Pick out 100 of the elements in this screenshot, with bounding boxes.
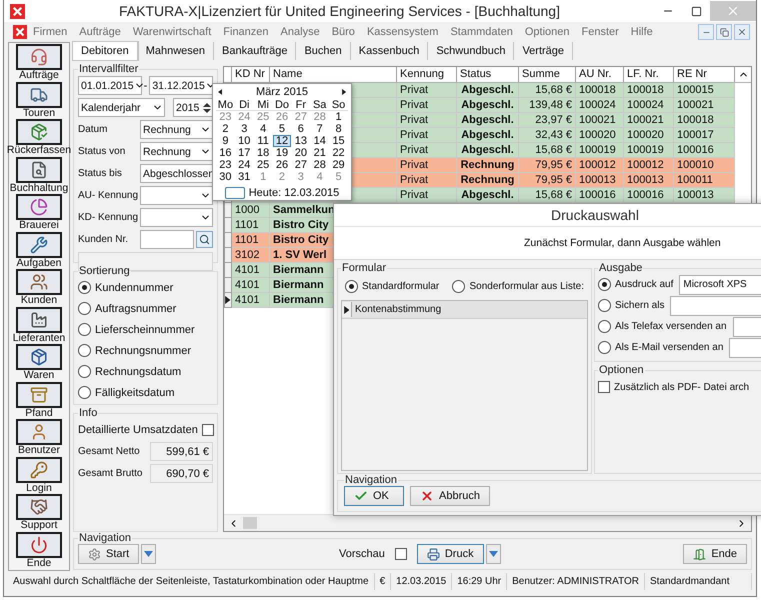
row-header[interactable]	[224, 293, 232, 308]
column-header[interactable]: Name	[270, 67, 397, 82]
calendar-day[interactable]: 24	[234, 159, 254, 171]
gear-icon	[88, 548, 101, 560]
radio-button[interactable]: Als Telefax versenden an	[598, 316, 727, 336]
tab[interactable]: Mahnwesen	[138, 42, 214, 60]
date-dropdown[interactable]: 01.01.2015	[78, 76, 142, 95]
sidebar-button[interactable]: Kunden	[9, 269, 69, 306]
calendar-day[interactable]: 17	[234, 147, 254, 159]
radio-button[interactable]: Fälligkeitsdatum	[78, 383, 213, 402]
checkbox[interactable]	[202, 424, 214, 436]
start-button[interactable]: Start	[78, 544, 140, 564]
calendar-day[interactable]: 28	[310, 159, 330, 171]
cancel-button[interactable]: Abbruch	[410, 486, 490, 506]
menu-item[interactable]: Büro	[326, 26, 361, 38]
calendar-day[interactable]: 29	[329, 159, 348, 171]
print-button[interactable]: Druck	[416, 544, 484, 564]
column-header[interactable]: LF. Nr.	[624, 67, 674, 82]
menu-item[interactable]: Finanzen	[217, 26, 275, 38]
menu-item[interactable]: Fenster	[576, 26, 625, 38]
radio-button[interactable]: Als E-Mail versenden an	[598, 338, 724, 358]
radio-button[interactable]: Auftragsnummer	[78, 299, 213, 318]
dropdown[interactable]: Abgeschlossen	[140, 164, 213, 183]
radio-button[interactable]: Lieferscheinnummer	[78, 320, 213, 339]
checkbox[interactable]: Zusätzlich als PDF- Datei arch	[598, 376, 761, 398]
dropdown-button[interactable]	[141, 544, 156, 564]
field-label: Datum	[78, 124, 108, 135]
radio-button[interactable]: Ausdruck auf	[598, 274, 674, 294]
menu-item[interactable]: Aufträge	[73, 26, 127, 38]
tab[interactable]: Bankaufträge	[214, 42, 296, 60]
ok-button[interactable]: OK	[344, 486, 404, 506]
radio-button[interactable]: Sonderformular aus Liste:	[452, 276, 584, 296]
column-header[interactable]: AU Nr.	[576, 67, 624, 82]
sidebar-button[interactable]: Ende	[9, 532, 69, 569]
sidebar-button[interactable]: Buchhaltung	[9, 156, 69, 194]
column-header[interactable]: Kennung	[397, 67, 457, 82]
pie-chart-icon	[16, 194, 62, 220]
search-button[interactable]	[196, 231, 213, 248]
column-header[interactable]: Summe	[519, 67, 576, 82]
restore-button[interactable]	[716, 24, 732, 40]
sidebar-button[interactable]: Touren	[9, 82, 69, 119]
sidebar-button[interactable]: Aufträge	[9, 44, 69, 81]
calendar-day[interactable]: 20	[291, 147, 310, 159]
tab[interactable]: Buchen	[296, 42, 351, 60]
menu-item[interactable]: Warenwirtschaft	[126, 26, 218, 38]
sidebar-button[interactable]: Support	[9, 494, 69, 532]
calendar-day[interactable]: 19	[272, 147, 292, 159]
tab[interactable]: Schwundbuch	[428, 42, 514, 60]
column-header[interactable]: Status	[457, 67, 519, 82]
dropdown[interactable]: Rechnung	[140, 120, 213, 139]
column-header[interactable]: KD Nr	[232, 67, 270, 82]
calendar-day[interactable]: 18	[254, 147, 273, 159]
input-field[interactable]: Microsoft XPS	[679, 274, 761, 294]
date-dropdown[interactable]: 31.12.2015	[149, 76, 214, 95]
sidebar-button[interactable]: Lieferanten	[9, 306, 69, 344]
calendar-day[interactable]: 27	[291, 159, 310, 171]
sidebar-button[interactable]: Benutzer	[9, 419, 69, 456]
radio-button[interactable]: Rechnungsnummer	[78, 341, 213, 360]
column-header[interactable]: RE Nr	[674, 67, 735, 82]
sidebar-button[interactable]: Pfand	[9, 382, 69, 419]
period-dropdown[interactable]: Kalenderjahr	[78, 98, 165, 117]
field-label: Detaillierte Umsatzdaten	[78, 424, 198, 436]
menu-item[interactable]: Firmen	[27, 26, 74, 38]
tab[interactable]: Debitoren	[73, 42, 138, 60]
dropdown-button[interactable]	[486, 544, 501, 564]
sidebar-button[interactable]: Login	[9, 456, 69, 494]
radio-button[interactable]: Sichern als	[598, 296, 664, 316]
sidebar-button[interactable]: Rückerfassen	[9, 119, 69, 156]
sidebar-button[interactable]: Aufgaben	[9, 232, 69, 269]
calendar-day[interactable]: 25	[254, 159, 273, 171]
tab[interactable]: Verträge	[514, 42, 574, 60]
calendar-day[interactable]: 1	[329, 111, 348, 123]
weekday-label: Do	[272, 99, 292, 111]
tab[interactable]: Kassenbuch	[350, 42, 428, 60]
radio-button[interactable]: Kundennummer	[78, 278, 213, 297]
calendar-day[interactable]: 31	[234, 171, 254, 183]
calendar-day[interactable]: 22	[329, 147, 348, 159]
input-field[interactable]	[140, 230, 194, 249]
radio-button[interactable]: Rechnungsdatum	[78, 362, 213, 381]
menu-item[interactable]: Stammdaten	[444, 26, 519, 38]
end-button[interactable]: Ende	[683, 544, 748, 564]
calendar-day[interactable]: 21	[310, 147, 330, 159]
calendar-day[interactable]: 24	[234, 111, 254, 123]
dropdown[interactable]	[140, 186, 213, 205]
year-spinner[interactable]: 2015	[173, 98, 213, 117]
checkbox[interactable]	[394, 548, 407, 560]
list-item[interactable]: Kontenabstimmung	[342, 301, 587, 319]
sidebar-button[interactable]: Waren	[9, 344, 69, 382]
scroll-thumb[interactable]	[243, 517, 257, 529]
calendar-day[interactable]: 12	[272, 135, 292, 147]
menu-item[interactable]: Analyse	[274, 26, 326, 38]
calendar-day[interactable]: 26	[272, 159, 292, 171]
menu-item[interactable]: Kassensystem	[360, 26, 444, 38]
dialog-title: Druckauswahl	[334, 204, 761, 226]
sidebar-button[interactable]: Brauerei	[9, 194, 69, 232]
dropdown[interactable]: Rechnung	[140, 142, 213, 161]
close-button[interactable]	[734, 24, 750, 40]
menu-item[interactable]: Hilfe	[624, 26, 659, 38]
menu-item[interactable]: Optionen	[518, 26, 576, 38]
today-link[interactable]: Heute: 12.03.2015	[248, 186, 340, 198]
